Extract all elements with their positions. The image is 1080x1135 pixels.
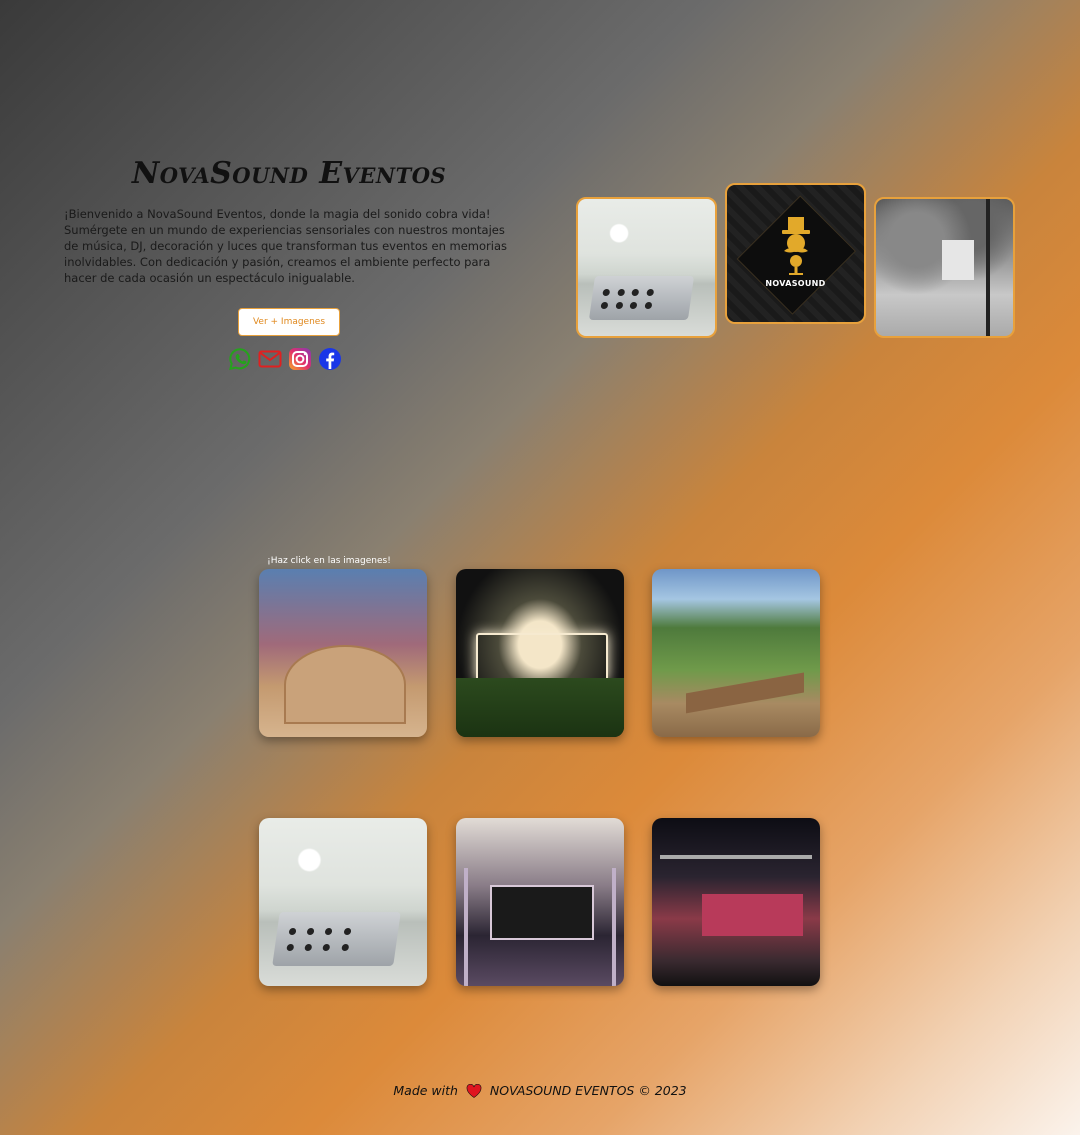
novasound-logo: NOVASOUND (725, 183, 866, 324)
social-links (228, 346, 342, 372)
gallery-image-outdoor-stage[interactable] (652, 818, 820, 986)
logo-text: NOVASOUND (765, 279, 826, 288)
footer-brand: NOVASOUND EVENTOS © 2023 (489, 1083, 687, 1098)
gallery-image-love-letters[interactable] (456, 569, 624, 737)
instagram-icon[interactable] (288, 346, 312, 372)
facebook-icon[interactable] (318, 346, 342, 372)
hero-image-dj-setup (576, 197, 717, 338)
hero-description: ¡Bienvenido a NovaSound Eventos, donde l… (64, 207, 508, 285)
mail-icon[interactable] (258, 346, 282, 372)
gallery-hint: ¡Haz click en las imagenes! (267, 556, 391, 566)
footer: Made with NOVASOUND EVENTOS © 2023 (0, 1083, 1080, 1098)
gallery-image-garden-ceremony[interactable] (652, 569, 820, 737)
more-images-button[interactable]: Ver + Imagenes (238, 308, 340, 336)
gallery-image-stage-neon[interactable] (456, 818, 624, 986)
gallery-image-mtb-circuit[interactable] (259, 569, 427, 737)
footer-made-with: Made with (393, 1083, 458, 1098)
whatsapp-icon[interactable] (228, 346, 252, 372)
page-title: NovaSound Eventos (131, 156, 447, 191)
mustache-mic-icon (781, 217, 810, 275)
gallery-image-dj-setup[interactable] (259, 818, 427, 986)
hero-image-outdoor-event (874, 197, 1015, 338)
heart-icon (466, 1084, 482, 1098)
